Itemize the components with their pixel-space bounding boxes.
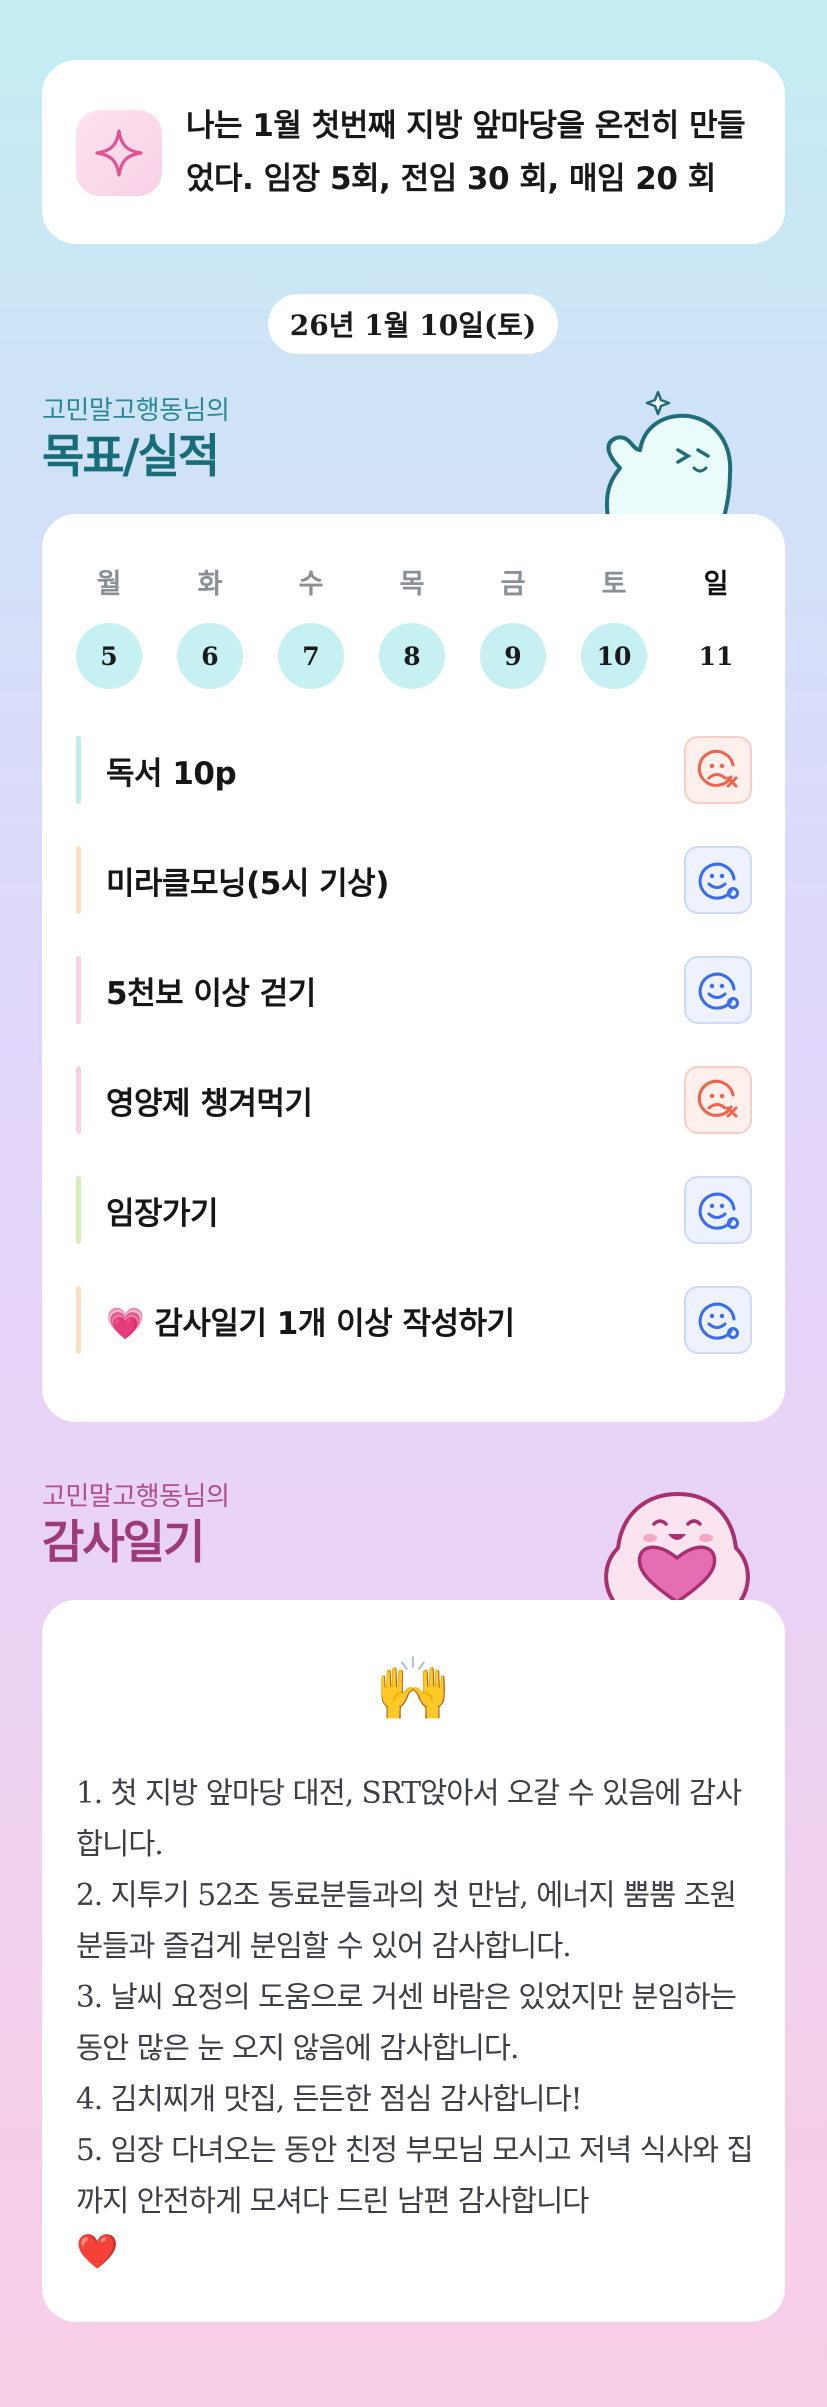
gratitude-journal-card: 🙌 1. 첫 지방 앞마당 대전, SRT앉아서 오갈 수 있음에 감사합니다.… [42, 1600, 785, 2322]
smile-face-done-icon[interactable] [684, 1286, 752, 1354]
journal-entry-4: 4. 김치찌개 맛집, 든든한 점심 감사합니다! [76, 2082, 583, 2116]
goal-row[interactable]: 미라클모닝(5시 기상) [76, 846, 752, 914]
day-10[interactable]: 10 [581, 623, 647, 689]
sparkle-icon [76, 110, 162, 196]
day-6[interactable]: 6 [177, 623, 243, 689]
weekday-mon: 월 [96, 569, 122, 600]
day-7[interactable]: 7 [278, 623, 344, 689]
goal-color-bar [76, 736, 81, 804]
heart-emoji: ❤️ [76, 2232, 118, 2272]
goals-card: 월 화 수 목 금 토 일 5 6 7 8 9 10 11 독서 10p 미라클모… [42, 514, 785, 1422]
goal-color-bar [76, 1286, 81, 1354]
journal-entry-3: 3. 날씨 요정의 도움으로 거센 바람은 있었지만 분임하는 동안 많은 눈 … [76, 1980, 737, 2065]
weekday-thu: 목 [399, 569, 425, 600]
goal-row[interactable]: 💗 감사일기 1개 이상 작성하기 [76, 1286, 752, 1354]
day-11[interactable]: 11 [683, 623, 749, 689]
smile-face-done-icon[interactable] [684, 846, 752, 914]
goal-color-bar [76, 956, 81, 1024]
goal-color-bar [76, 1176, 81, 1244]
smile-face-done-icon[interactable] [684, 1176, 752, 1244]
goal-label: 임장가기 [106, 1195, 219, 1232]
sad-face-fail-icon[interactable] [684, 1066, 752, 1134]
goal-row[interactable]: 임장가기 [76, 1176, 752, 1244]
date-pill[interactable]: 26년 1월 10일(토) [268, 294, 558, 354]
journal-entry-5: 5. 임장 다녀오는 동안 친정 부모님 모시고 저녁 식사와 집까지 안전하게… [76, 2133, 754, 2218]
day-9[interactable]: 9 [480, 623, 546, 689]
goal-color-bar [76, 1066, 81, 1134]
diary-page: { "banner": { "icon": "sparkle-icon", "t… [0, 0, 827, 2407]
mascot-heart-icon [594, 1474, 760, 1604]
goal-label: 💗 감사일기 1개 이상 작성하기 [106, 1305, 515, 1342]
raised-hands-emoji: 🙌 [374, 1652, 453, 1725]
goal-label: 미라클모닝(5시 기상) [106, 865, 389, 902]
goal-row[interactable]: 독서 10p [76, 736, 752, 804]
journal-title: 감사일기 [42, 1515, 205, 1569]
smile-face-done-icon[interactable] [684, 956, 752, 1024]
weekday-sat: 토 [601, 569, 627, 600]
journal-text: 1. 첫 지방 앞마당 대전, SRT앉아서 오갈 수 있음에 감사합니다. 2… [76, 1768, 756, 2278]
goal-label: 독서 10p [106, 755, 237, 792]
banner-text: 나는 1월 첫번째 지방 앞마당을 온전히 만들었다. 임장 5회, 전임 30… [186, 108, 746, 197]
weekday-tue: 화 [197, 569, 223, 600]
journal-entry-1: 1. 첫 지방 앞마당 대전, SRT앉아서 오갈 수 있음에 감사합니다. [76, 1776, 742, 1861]
sad-face-fail-icon[interactable] [684, 736, 752, 804]
weekday-wed: 수 [298, 569, 324, 600]
goal-color-bar [76, 846, 81, 914]
goal-label: 영양제 챙겨먹기 [106, 1085, 313, 1122]
mascot-waving-icon [590, 386, 750, 520]
goal-row[interactable]: 영양제 챙겨먹기 [76, 1066, 752, 1134]
journal-entry-2: 2. 지투기 52조 동료분들과의 첫 만남, 에너지 뿜뿜 조원분들과 즐겁게… [76, 1878, 737, 1963]
day-5[interactable]: 5 [76, 623, 142, 689]
summary-banner: 나는 1월 첫번째 지방 앞마당을 온전히 만들었다. 임장 5회, 전임 30… [42, 60, 785, 244]
weekday-fri: 금 [500, 569, 526, 600]
goal-row[interactable]: 5천보 이상 걷기 [76, 956, 752, 1024]
goal-label: 5천보 이상 걷기 [106, 975, 316, 1012]
goals-title: 목표/실적 [42, 429, 220, 483]
day-8[interactable]: 8 [379, 623, 445, 689]
weekday-sun: 일 [703, 569, 729, 600]
